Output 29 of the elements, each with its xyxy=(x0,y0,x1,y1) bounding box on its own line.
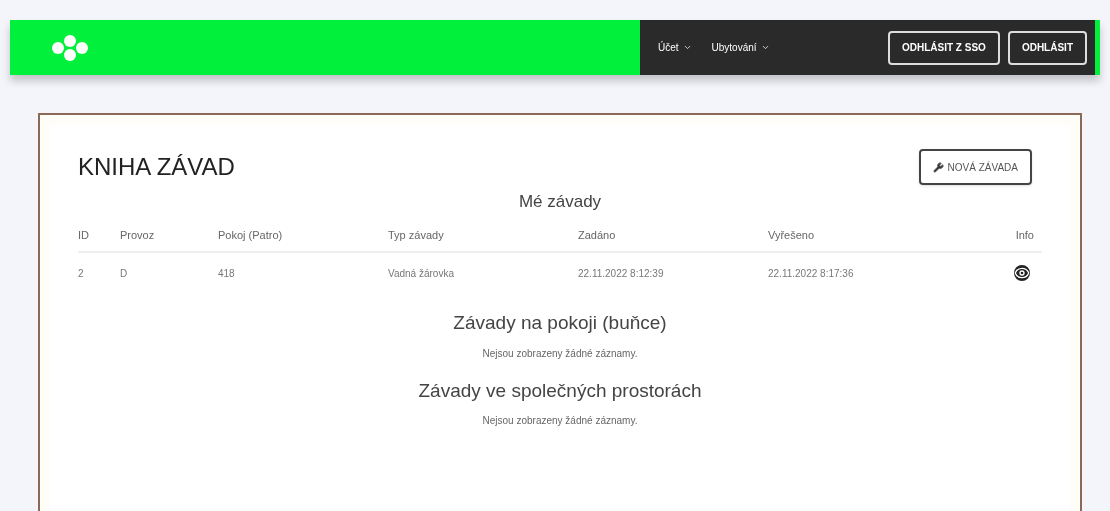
table-cell: D xyxy=(120,267,128,279)
column-header: Pokoj (Patro) xyxy=(218,228,283,241)
caret-icon xyxy=(760,43,770,52)
empty-message: Nejsou zobrazeny žádné záznamy. xyxy=(482,346,638,361)
page-title: KNIHA ZÁVAD xyxy=(78,152,235,182)
empty-message: Nejsou zobrazeny žádné záznamy. xyxy=(482,414,638,428)
eye-icon[interactable] xyxy=(1014,265,1030,281)
column-header: Provoz xyxy=(120,228,155,241)
column-header: ID xyxy=(78,228,89,241)
section-heading: Závady ve společných prostorách xyxy=(418,378,702,403)
new-defect-button[interactable]: NOVÁ ZÁVADA xyxy=(918,149,1032,185)
section-heading: Mé závady xyxy=(518,191,602,213)
logout-button[interactable]: ODHLÁSIT Z SSO xyxy=(888,30,1000,65)
table-cell: 22.11.2022 8:17:36 xyxy=(768,267,854,279)
nav-menu[interactable]: Ubytování xyxy=(711,40,770,55)
logout-button[interactable]: ODHLÁSIT xyxy=(1007,30,1087,65)
column-header: Typ závady xyxy=(388,228,444,241)
column-header: Info xyxy=(1015,228,1034,241)
nav-menu[interactable]: Účet xyxy=(658,40,692,55)
caret-icon xyxy=(682,43,692,52)
column-header: Zadáno xyxy=(578,228,616,241)
wrench-icon xyxy=(932,161,944,173)
table-cell: Vadná žárovka xyxy=(388,267,454,279)
table-cell: 418 xyxy=(218,267,235,279)
column-header: Vyřešeno xyxy=(768,228,815,241)
section-heading: Závady na pokoji (buňce) xyxy=(453,311,667,335)
logo-icon xyxy=(50,33,90,62)
table-cell: 2 xyxy=(78,267,84,279)
table-cell: 22.11.2022 8:12:39 xyxy=(578,267,664,279)
